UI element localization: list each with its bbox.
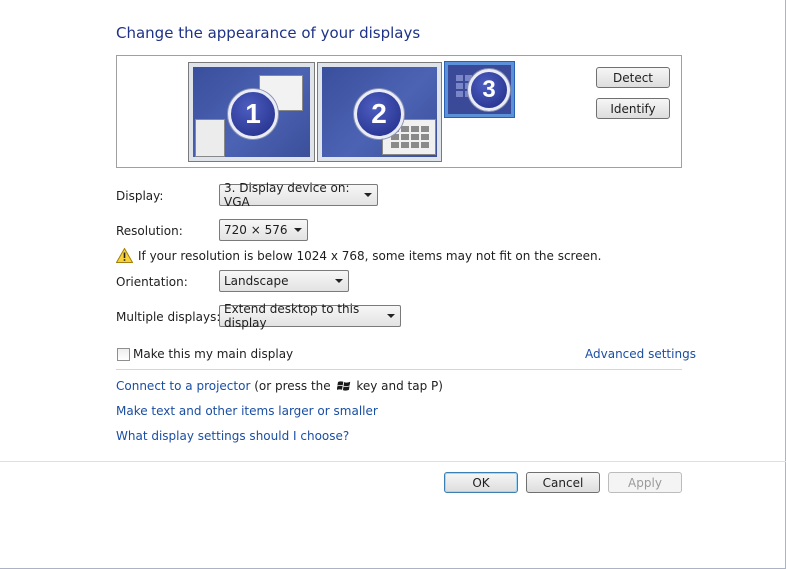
windows-logo-icon xyxy=(336,381,350,391)
section-divider xyxy=(116,369,682,370)
projector-hint-b: key and tap P) xyxy=(356,379,443,393)
resolution-select[interactable]: 720 × 576 xyxy=(219,219,308,241)
main-display-checkbox[interactable] xyxy=(117,348,130,361)
detect-button[interactable]: Detect xyxy=(596,67,670,88)
orientation-select[interactable]: Landscape xyxy=(219,270,349,292)
projector-line: Connect to a projector (or press the key… xyxy=(116,379,443,393)
orientation-label: Orientation: xyxy=(116,275,188,289)
chevron-down-icon xyxy=(294,228,302,232)
monitor-3[interactable]: 3 xyxy=(444,61,515,118)
monitor-number: 3 xyxy=(482,76,496,103)
main-display-label[interactable]: Make this my main display xyxy=(133,347,293,361)
ok-button[interactable]: OK xyxy=(444,472,518,493)
window-thumbnail xyxy=(195,119,225,157)
resolution-warning: If your resolution is below 1024 x 768, … xyxy=(138,249,602,263)
identify-button[interactable]: Identify xyxy=(596,98,670,119)
footer-divider xyxy=(0,461,786,462)
text-size-link[interactable]: Make text and other items larger or smal… xyxy=(116,404,378,418)
display-select[interactable]: 3. Display device on: VGA xyxy=(219,181,378,209)
resolution-label: Resolution: xyxy=(116,224,183,238)
multiple-displays-select-value: Extend desktop to this display xyxy=(224,302,360,330)
resolution-select-value: 720 × 576 xyxy=(224,223,288,237)
monitor-number-badge: 2 xyxy=(354,89,404,139)
chevron-down-icon xyxy=(335,279,343,283)
page-title: Change the appearance of your displays xyxy=(116,24,421,42)
monitor-number-badge: 3 xyxy=(468,69,510,111)
projector-hint-a: (or press the xyxy=(254,379,331,393)
orientation-select-value: Landscape xyxy=(224,274,289,288)
display-help-link[interactable]: What display settings should I choose? xyxy=(116,429,349,443)
chevron-down-icon xyxy=(364,193,372,197)
monitor-1[interactable]: 1 xyxy=(188,62,315,162)
connect-projector-link[interactable]: Connect to a projector xyxy=(116,379,250,393)
cancel-button[interactable]: Cancel xyxy=(526,472,600,493)
monitor-2[interactable]: 2 xyxy=(317,62,442,162)
multiple-displays-select[interactable]: Extend desktop to this display xyxy=(219,302,401,330)
monitor-number-badge: 1 xyxy=(228,89,278,139)
display-label: Display: xyxy=(116,189,164,203)
chevron-down-icon xyxy=(387,314,395,318)
apply-button[interactable]: Apply xyxy=(608,472,682,493)
multiple-displays-label: Multiple displays: xyxy=(116,310,221,324)
warning-triangle-icon xyxy=(116,248,133,263)
advanced-settings-link[interactable]: Advanced settings xyxy=(585,347,696,361)
monitor-number: 1 xyxy=(245,98,261,129)
monitor-number: 2 xyxy=(371,98,387,129)
display-select-value: 3. Display device on: VGA xyxy=(224,181,350,209)
